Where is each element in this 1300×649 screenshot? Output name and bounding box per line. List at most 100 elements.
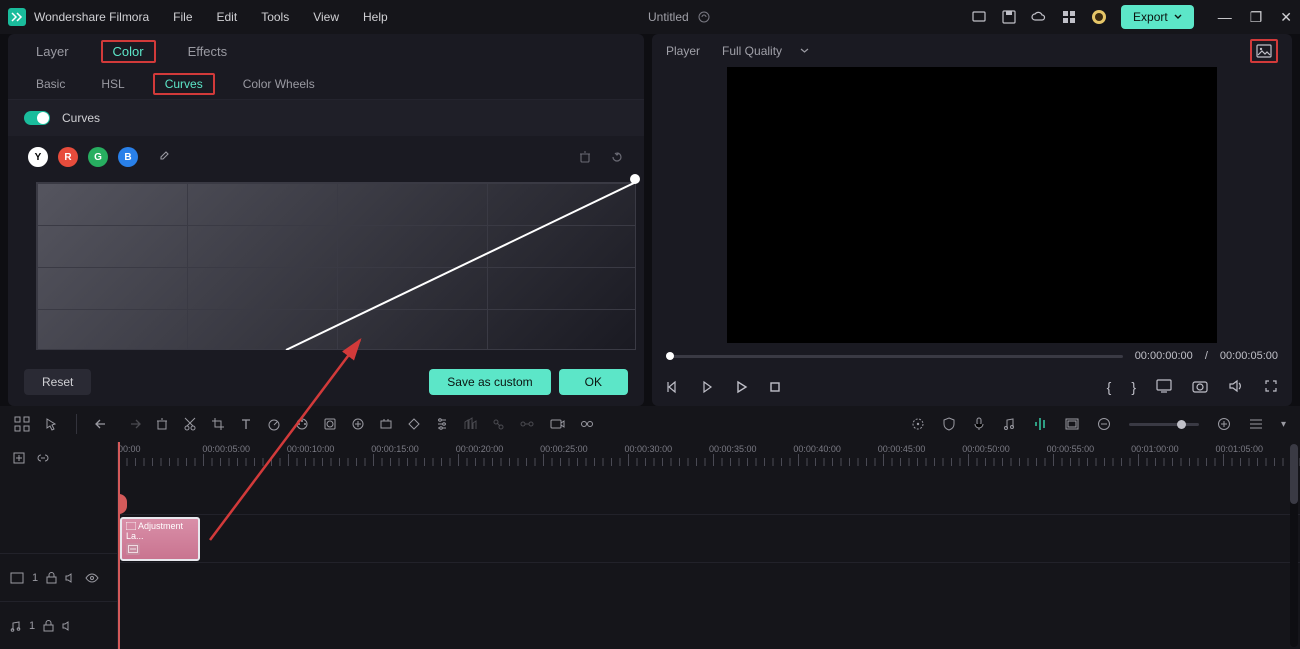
mark-in-icon[interactable]: { [1107, 379, 1112, 395]
delete-point-icon[interactable] [578, 150, 592, 164]
playhead[interactable] [118, 442, 120, 649]
channel-red[interactable]: R [58, 147, 78, 167]
menu-file[interactable]: File [173, 10, 192, 24]
auto-ripple-icon[interactable] [36, 451, 50, 465]
play-icon[interactable] [734, 380, 748, 394]
lock-audio-icon[interactable] [43, 620, 54, 632]
zoom-in-icon[interactable] [1217, 417, 1231, 431]
scrub-track[interactable] [666, 355, 1123, 358]
subtab-hsl[interactable]: HSL [93, 73, 132, 95]
prev-frame-icon[interactable] [666, 380, 680, 394]
stop-icon[interactable] [768, 380, 782, 394]
fullscreen-icon[interactable] [1264, 379, 1278, 395]
tab-effects[interactable]: Effects [180, 40, 236, 63]
add-track-icon[interactable] [12, 451, 26, 465]
cloud-icon[interactable] [1031, 9, 1047, 25]
audio-ducking-icon[interactable] [463, 417, 477, 431]
list-view-icon[interactable] [1249, 418, 1263, 430]
grid-icon[interactable] [1061, 9, 1077, 25]
mic-icon[interactable] [973, 417, 985, 431]
channel-blue[interactable]: B [118, 147, 138, 167]
speed-icon[interactable] [267, 417, 281, 431]
channel-green[interactable]: G [88, 147, 108, 167]
redo-icon[interactable] [125, 417, 141, 431]
text-icon[interactable] [239, 417, 253, 431]
menu-edit[interactable]: Edit [217, 10, 238, 24]
capture-icon[interactable] [1192, 379, 1208, 395]
audio-stretch-icon[interactable] [491, 417, 505, 431]
mask-icon[interactable] [323, 417, 337, 431]
display-settings-icon[interactable] [1156, 379, 1172, 395]
delete-icon[interactable] [155, 417, 169, 431]
zoom-out-icon[interactable] [1097, 417, 1111, 431]
link-icon[interactable] [519, 417, 535, 431]
crop-icon[interactable] [211, 417, 225, 431]
curves-toggle[interactable] [24, 111, 50, 125]
lock-track-icon[interactable] [46, 572, 57, 584]
timeline-options-icon[interactable]: ▾ [1281, 419, 1286, 430]
music-icon[interactable] [1003, 417, 1015, 431]
ok-button[interactable]: OK [559, 369, 628, 395]
timeline-ruler[interactable]: 00:00 00:00:05:00 00:00:10:00 00:00:15:0… [118, 442, 1300, 466]
mark-out-icon[interactable]: } [1131, 379, 1136, 395]
close-button[interactable]: ✕ [1280, 9, 1292, 26]
tab-color[interactable]: Color [101, 40, 156, 63]
mute-audio-icon[interactable] [62, 620, 74, 632]
export-button[interactable]: Export [1121, 5, 1194, 29]
menu-view[interactable]: View [313, 10, 339, 24]
tab-layer[interactable]: Layer [28, 40, 77, 63]
video-canvas[interactable] [727, 67, 1217, 343]
subtab-basic[interactable]: Basic [28, 73, 73, 95]
cut-icon[interactable] [183, 417, 197, 431]
reset-curve-icon[interactable] [610, 150, 624, 164]
mute-track-icon[interactable] [65, 572, 77, 584]
green-screen-icon[interactable] [407, 417, 421, 431]
eyedropper-icon[interactable] [156, 150, 170, 164]
record-screen-icon[interactable] [971, 9, 987, 25]
save-custom-button[interactable]: Save as custom [429, 369, 550, 395]
ruler-tick-label: 00:00:45:00 [878, 444, 926, 454]
adjustment-layer-clip[interactable]: Adjustment La... [120, 517, 200, 561]
save-icon[interactable] [1001, 9, 1017, 25]
subtab-curves[interactable]: Curves [153, 73, 215, 95]
marker-icon[interactable] [911, 417, 925, 431]
adjust-icon[interactable] [435, 417, 449, 431]
mixer-icon[interactable] [1033, 417, 1047, 431]
curve-handle[interactable] [630, 174, 640, 184]
visibility-icon[interactable] [85, 573, 99, 583]
video-track-lane[interactable]: Adjustment La... [118, 514, 1300, 562]
window-controls: — ❐ ✕ [1218, 9, 1292, 26]
maximize-button[interactable]: ❐ [1250, 9, 1263, 26]
channel-luma[interactable]: Y [28, 147, 48, 167]
undo-icon[interactable] [95, 417, 111, 431]
menu-help[interactable]: Help [363, 10, 388, 24]
volume-icon[interactable] [1228, 379, 1244, 395]
keyframe-icon[interactable] [351, 417, 365, 431]
audio-track-lane[interactable] [118, 562, 1300, 610]
record-vo-icon[interactable] [549, 417, 565, 431]
scroll-thumb[interactable] [1290, 444, 1298, 504]
reset-button[interactable]: Reset [24, 369, 91, 395]
menu-tools[interactable]: Tools [261, 10, 289, 24]
scrub-head[interactable] [666, 352, 674, 360]
snapshot-button[interactable] [1250, 39, 1278, 63]
quality-dropdown[interactable]: Full Quality [722, 44, 809, 58]
shield-icon[interactable] [943, 417, 955, 431]
zoom-knob[interactable] [1177, 420, 1186, 429]
subtab-color-wheels[interactable]: Color Wheels [235, 73, 323, 95]
curve-graph[interactable] [28, 178, 624, 358]
render-icon[interactable] [1065, 418, 1079, 430]
vertical-scrollbar[interactable] [1290, 444, 1298, 647]
app-launcher-icon[interactable] [14, 416, 30, 432]
timeline-body[interactable]: 00:00 00:00:05:00 00:00:10:00 00:00:15:0… [118, 442, 1300, 649]
account-avatar-icon[interactable] [1091, 9, 1107, 25]
select-tool-icon[interactable] [44, 417, 58, 431]
more-tools-icon[interactable] [579, 417, 595, 431]
cloud-sync-icon[interactable] [697, 10, 711, 24]
document-title: Untitled [388, 10, 971, 24]
minimize-button[interactable]: — [1218, 9, 1232, 26]
detect-icon[interactable] [379, 417, 393, 431]
color-icon[interactable] [295, 417, 309, 431]
zoom-slider[interactable] [1129, 423, 1199, 426]
step-back-icon[interactable] [700, 380, 714, 394]
